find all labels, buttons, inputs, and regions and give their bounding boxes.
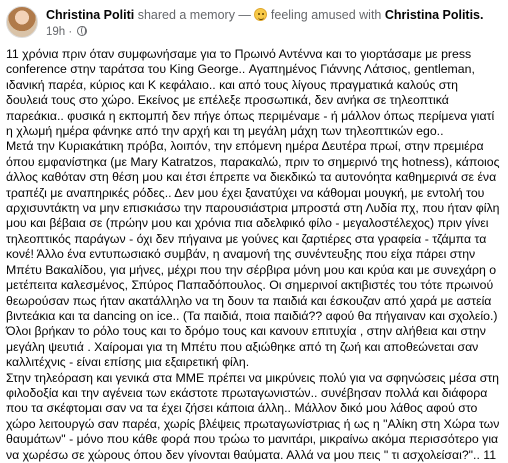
- post-header: Christina Politi shared a memory — feeli…: [6, 6, 502, 42]
- post-time[interactable]: 19h: [46, 26, 65, 38]
- post-body: 11 χρόνια πριν όταν συμφωνήσαμε για το Π…: [6, 47, 502, 463]
- shared-text: shared a memory —: [137, 8, 251, 22]
- meta-separator: ·: [68, 26, 73, 38]
- post-header-line: Christina Politi shared a memory — feeli…: [46, 8, 502, 23]
- avatar[interactable]: [6, 6, 38, 38]
- post-paragraph: 11 χρόνια πριν όταν συμφωνήσαμε για το Π…: [6, 47, 495, 139]
- tagged-person[interactable]: Christina Politis.: [385, 8, 484, 22]
- globe-icon[interactable]: [77, 26, 88, 36]
- post-paragraph: Μετά την Κυριακάτικη πρόβα, λοιπόν, την …: [6, 139, 500, 370]
- author-name[interactable]: Christina Politi: [46, 8, 134, 22]
- post-paragraph: Στην τηλεόραση και γενικά στα ΜΜΕ πρέπει…: [6, 370, 500, 463]
- slightly-smiling-face-icon: [254, 8, 268, 21]
- feeling-text: feeling amused with: [270, 8, 382, 22]
- post-meta: 19h ·: [46, 25, 88, 39]
